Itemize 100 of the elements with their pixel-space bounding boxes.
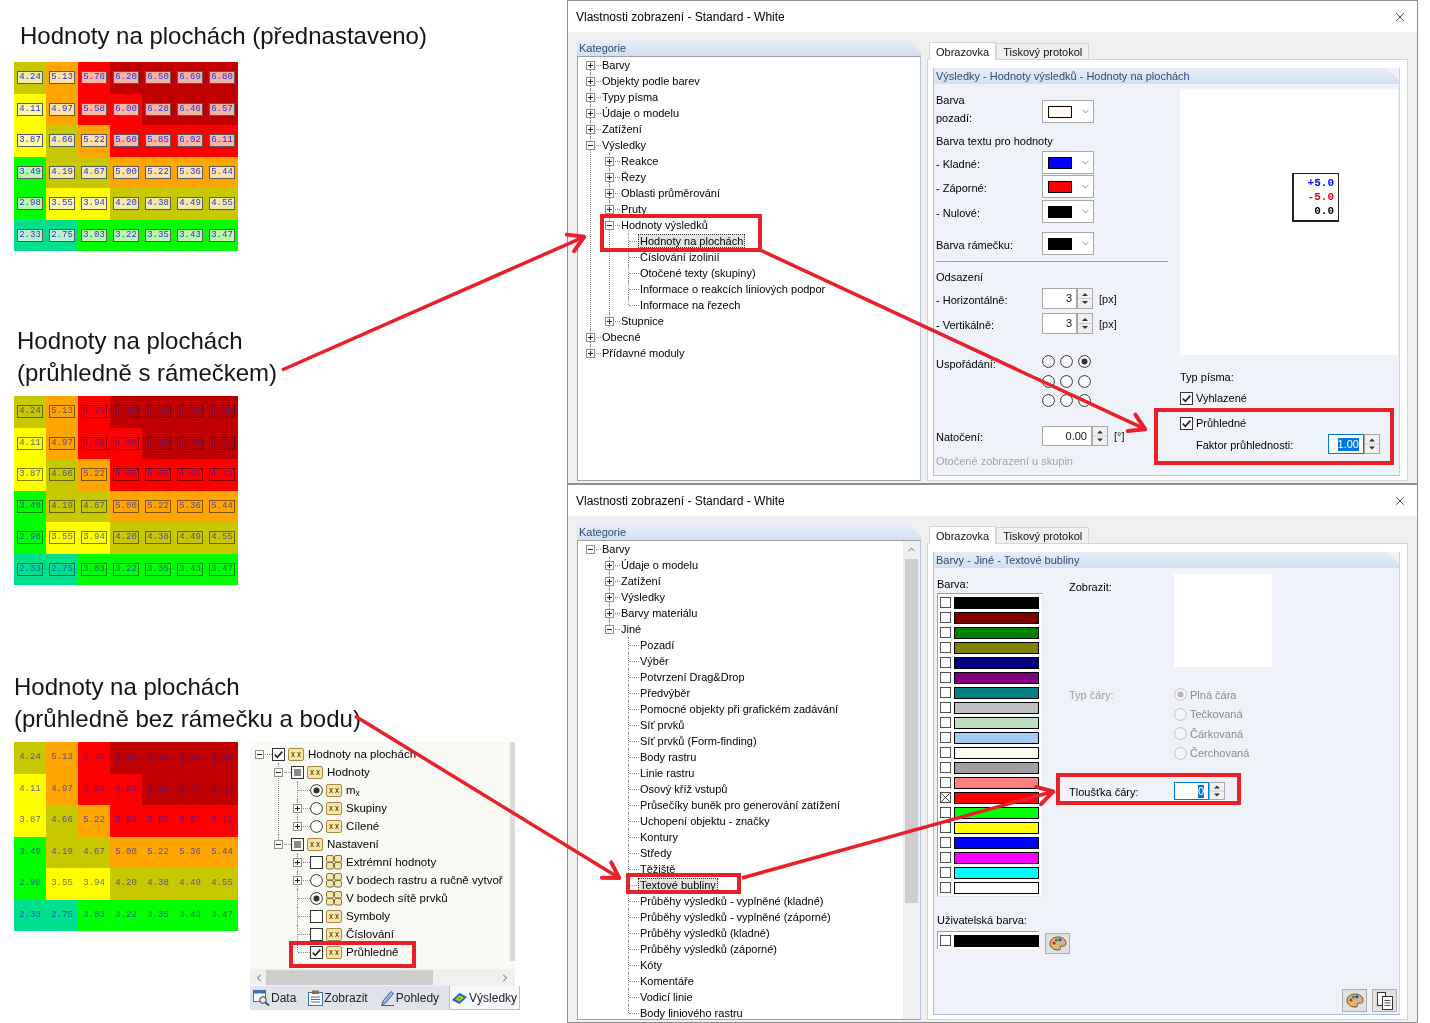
tree-item[interactable]: Přídavné moduly xyxy=(600,346,687,360)
collapse-icon[interactable] xyxy=(605,624,614,634)
checkbox-label[interactable]: Průhledné xyxy=(1196,417,1247,429)
tree-item[interactable]: Průsečíky buněk pro generování zatížení xyxy=(638,798,842,812)
radio-button[interactable] xyxy=(1060,374,1073,388)
spinner-icon[interactable] xyxy=(1077,288,1093,309)
radio-button[interactable] xyxy=(310,891,323,905)
number-input[interactable]: 0 xyxy=(1174,782,1209,800)
tree-item[interactable]: Stupnice xyxy=(619,314,666,328)
palette-button[interactable] xyxy=(1045,933,1070,954)
color-swatch[interactable] xyxy=(954,934,1039,947)
tree-item[interactable]: Informace o reakcích liniových podpor xyxy=(638,282,828,296)
tree-item[interactable]: Linie rastru xyxy=(638,766,697,780)
number-input[interactable]: 1.00 xyxy=(1328,434,1364,454)
color-dropdown[interactable] xyxy=(1042,232,1094,255)
expand-icon[interactable] xyxy=(605,188,614,198)
tree-item[interactable]: Barvy materiálu xyxy=(619,606,700,620)
tree-item[interactable]: Typy písma xyxy=(600,90,661,104)
checkbox[interactable] xyxy=(940,597,951,608)
tree-item[interactable]: Údaje o modelu xyxy=(619,558,701,572)
scrollbar[interactable] xyxy=(250,969,515,986)
checkbox[interactable] xyxy=(940,657,951,668)
radio-button[interactable] xyxy=(1060,394,1073,407)
tree-item[interactable]: Body liniového rastru xyxy=(638,1006,745,1019)
radio-button[interactable] xyxy=(310,873,323,887)
tree-item[interactable]: Hodnoty výsledků xyxy=(619,218,710,232)
color-swatch[interactable] xyxy=(954,881,1039,894)
checkbox[interactable] xyxy=(291,837,304,851)
scrollbar[interactable] xyxy=(510,742,515,961)
checkbox[interactable] xyxy=(940,687,951,698)
color-swatch[interactable] xyxy=(954,731,1039,744)
spinner-icon[interactable] xyxy=(1092,426,1108,446)
expand-icon[interactable] xyxy=(293,803,302,813)
expand-icon[interactable] xyxy=(586,124,595,134)
radio-button[interactable] xyxy=(310,783,323,797)
tree-item[interactable]: Výsledky xyxy=(619,590,668,604)
color-swatch[interactable] xyxy=(954,761,1039,774)
checkbox[interactable] xyxy=(1180,416,1193,430)
number-input[interactable]: 3 xyxy=(1042,288,1077,309)
radio-button[interactable] xyxy=(1060,355,1073,368)
collapse-icon[interactable] xyxy=(605,220,614,230)
checkbox[interactable] xyxy=(940,747,951,758)
document-button[interactable] xyxy=(1372,989,1397,1012)
tree-item[interactable]: Výsledky xyxy=(600,138,649,152)
radio-button[interactable] xyxy=(1042,374,1055,388)
tab[interactable]: Výsledky xyxy=(449,986,521,1010)
tree-item[interactable]: Reakce xyxy=(619,154,661,168)
color-swatch[interactable] xyxy=(954,716,1039,729)
color-swatch[interactable] xyxy=(954,701,1039,714)
tree-item[interactable]: Cílené xyxy=(346,819,380,833)
checkbox[interactable] xyxy=(940,612,951,623)
expand-icon[interactable] xyxy=(605,560,614,570)
tree-item[interactable]: Číslování izolinií xyxy=(638,250,722,264)
color-dropdown[interactable] xyxy=(1042,200,1094,223)
expand-icon[interactable] xyxy=(586,348,595,358)
tab[interactable]: Tiskový protokol xyxy=(996,43,1090,59)
color-dropdown[interactable] xyxy=(1042,100,1094,123)
tree-item[interactable]: Zatížení xyxy=(619,574,663,588)
color-swatch[interactable] xyxy=(954,791,1039,804)
radio-button[interactable] xyxy=(310,819,323,833)
checkbox[interactable] xyxy=(940,717,951,728)
checkbox[interactable] xyxy=(940,792,951,803)
tree-item[interactable]: Pomocné objekty při grafickém zadávání xyxy=(638,702,841,716)
checkbox[interactable] xyxy=(310,945,323,959)
collapse-icon[interactable] xyxy=(274,767,283,777)
tree-item[interactable]: Vodicí linie xyxy=(638,990,695,1004)
checkbox[interactable] xyxy=(940,732,951,743)
tree-item[interactable]: Údaje o modelu xyxy=(600,106,682,120)
tree-item[interactable]: Body rastru xyxy=(638,750,699,764)
checkbox[interactable] xyxy=(940,672,951,683)
tree-item[interactable]: Komentáře xyxy=(638,974,696,988)
tree-item[interactable]: Barvy xyxy=(600,542,633,556)
number-input[interactable]: 0.00 xyxy=(1042,426,1092,446)
tab[interactable]: Obrazovka xyxy=(929,42,997,60)
tree-item[interactable]: Průběhy výsledků - vyplněné (záporné) xyxy=(638,910,833,924)
checkbox[interactable] xyxy=(940,822,951,833)
checkbox[interactable] xyxy=(940,642,951,653)
tree-item[interactable]: Předvýběr xyxy=(638,686,693,700)
tree-item[interactable]: Průběhy výsledků (záporné) xyxy=(638,942,779,956)
tree-item[interactable]: Těžiště xyxy=(638,862,678,876)
tree-item[interactable]: Síť prvků (Form-finding) xyxy=(638,734,759,748)
color-swatch[interactable] xyxy=(954,641,1039,654)
radio-button[interactable] xyxy=(1078,394,1091,407)
number-input[interactable]: 3 xyxy=(1042,313,1077,334)
checkbox[interactable] xyxy=(310,909,323,923)
tree-item[interactable]: Objekty podle barev xyxy=(600,74,702,88)
tree-item[interactable]: Symboly xyxy=(346,909,391,923)
checkbox[interactable] xyxy=(940,837,951,848)
checkbox[interactable] xyxy=(940,762,951,773)
radio-button[interactable] xyxy=(1042,355,1055,368)
tab[interactable]: Pohledy xyxy=(377,986,443,1010)
checkbox[interactable] xyxy=(310,855,323,869)
collapse-icon[interactable] xyxy=(586,140,595,150)
tree-item[interactable]: Hodnoty xyxy=(327,765,370,779)
tree-item[interactable]: Síť prvků xyxy=(638,718,687,732)
color-swatch[interactable] xyxy=(954,656,1039,669)
expand-icon[interactable] xyxy=(605,172,614,182)
checkbox[interactable] xyxy=(940,702,951,713)
tab[interactable]: Zobrazit xyxy=(306,986,371,1010)
checkbox[interactable] xyxy=(310,927,323,941)
